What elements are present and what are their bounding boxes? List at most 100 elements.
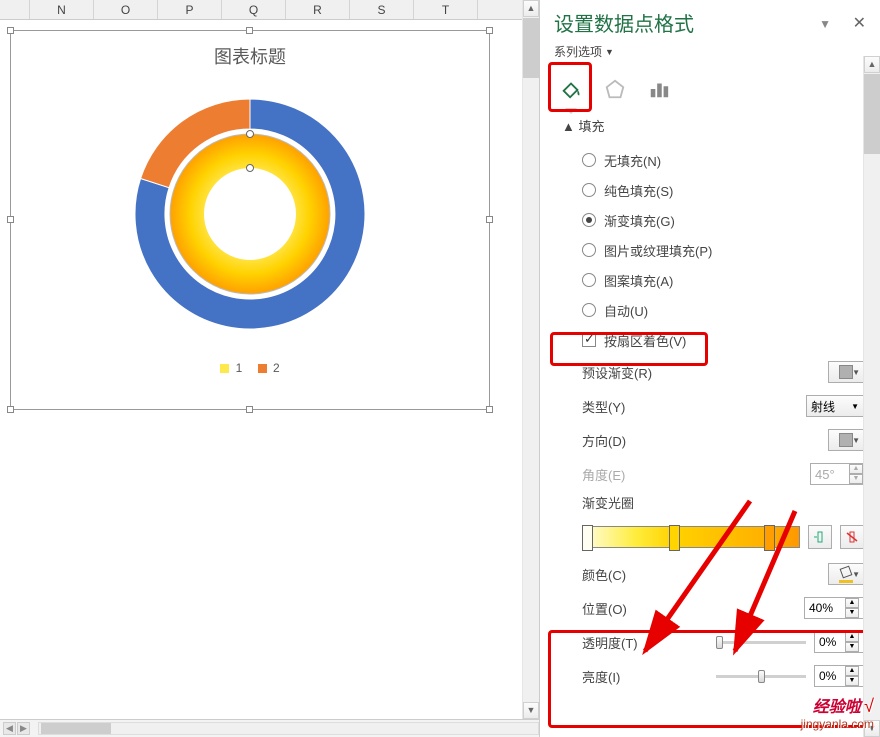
paint-bucket-icon (839, 567, 853, 581)
radio-no-fill[interactable]: 无填充(N) (582, 145, 864, 175)
series-options-label: 系列选项 (554, 43, 602, 60)
series-options-dropdown[interactable]: 系列选项 ▼ (554, 43, 614, 60)
direction-label: 方向(D) (582, 431, 626, 450)
preset-gradient-dropdown[interactable]: ▼ (828, 361, 864, 383)
effects-tab[interactable] (598, 72, 632, 106)
position-input[interactable]: 40% ▲ ▼ (804, 597, 864, 619)
scrollbar-thumb[interactable] (864, 74, 880, 154)
legend-label: 2 (273, 361, 280, 375)
resize-handle[interactable] (486, 216, 493, 223)
gradient-stop-handle[interactable] (669, 525, 680, 551)
radio-label: 纯色填充(S) (604, 181, 673, 200)
resize-handle[interactable] (246, 27, 253, 34)
pentagon-icon (604, 78, 626, 100)
scrollbar-thumb[interactable] (523, 18, 539, 78)
close-icon[interactable]: ✕ (853, 15, 866, 32)
legend-swatch-icon (258, 364, 267, 373)
resize-handle[interactable] (7, 216, 14, 223)
bar-chart-icon (648, 78, 670, 100)
sheet-nav-prev[interactable]: ◀ (3, 722, 16, 735)
radio-icon (582, 273, 596, 287)
watermark-url: jingyanla.com (801, 717, 874, 731)
fill-section-header[interactable]: ▲ 填充 (562, 116, 864, 135)
gradient-stop-handle[interactable] (764, 525, 775, 551)
type-label: 类型(Y) (582, 397, 625, 416)
spin-up-button[interactable]: ▲ (845, 598, 859, 608)
col-header[interactable]: T (414, 0, 478, 19)
donut-chart[interactable] (115, 79, 385, 349)
panel-menu-caret-icon[interactable]: ▼ (819, 17, 831, 31)
caret-down-icon: ▼ (605, 47, 614, 57)
bottom-bar: ◀ ▶ (0, 719, 539, 737)
col-header[interactable]: N (30, 0, 94, 19)
col-header[interactable]: R (286, 0, 350, 19)
watermark: 经验啦 √ jingyanla.com (801, 693, 874, 731)
vertical-scrollbar[interactable]: ▲ ▼ (522, 0, 539, 719)
chart-legend[interactable]: 1 2 (11, 361, 489, 375)
radio-gradient-fill[interactable]: 渐变填充(G) (582, 205, 864, 235)
resize-handle[interactable] (486, 27, 493, 34)
swatch-icon (839, 365, 853, 379)
col-header[interactable]: Q (222, 0, 286, 19)
remove-stop-icon (845, 530, 859, 544)
radio-icon (582, 243, 596, 257)
scroll-up-button[interactable]: ▲ (864, 56, 880, 73)
col-header-blank[interactable] (0, 0, 30, 19)
annotation-box (548, 62, 592, 112)
remove-gradient-stop-button[interactable] (840, 525, 864, 549)
sheet-nav-next[interactable]: ▶ (17, 722, 30, 735)
radio-pattern-fill[interactable]: 图案填充(A) (582, 265, 864, 295)
add-stop-icon (813, 530, 827, 544)
angle-input: 45° ▲ ▼ (810, 463, 864, 485)
format-panel: 设置数据点格式 ▼ ✕ 系列选项 ▼ (540, 0, 880, 737)
caret-down-icon: ▼ (851, 402, 859, 411)
color-label: 颜色(C) (582, 565, 626, 584)
col-header[interactable]: P (158, 0, 222, 19)
horizontal-scrollbar[interactable] (38, 722, 539, 735)
add-gradient-stop-button[interactable] (808, 525, 832, 549)
column-headers: N O P Q R S T (0, 0, 539, 20)
caret-down-icon: ▼ (852, 570, 860, 579)
resize-handle[interactable] (7, 27, 14, 34)
radio-solid-fill[interactable]: 纯色填充(S) (582, 175, 864, 205)
gradient-stop-handle[interactable] (582, 525, 593, 551)
radio-icon (582, 303, 596, 317)
spin-down-button[interactable]: ▼ (845, 608, 859, 618)
checkmark-icon: √ (864, 696, 874, 716)
swatch-icon (839, 433, 853, 447)
col-header[interactable]: O (94, 0, 158, 19)
chart-title[interactable]: 图表标题 (11, 43, 489, 69)
watermark-brand: 经验啦 (813, 699, 861, 716)
scrollbar-thumb[interactable] (41, 723, 111, 734)
radio-label: 渐变填充(G) (604, 211, 675, 230)
gradient-stops-bar[interactable] (582, 526, 800, 548)
gradient-stops-label: 渐变光圈 (562, 491, 864, 517)
radio-icon (582, 213, 596, 227)
resize-handle[interactable] (246, 406, 253, 413)
radio-icon (582, 153, 596, 167)
type-dropdown[interactable]: 射线 ▼ (806, 395, 864, 417)
annotation-box (550, 332, 708, 366)
col-header[interactable]: S (350, 0, 414, 19)
legend-label: 1 (236, 361, 243, 375)
radio-label: 无填充(N) (604, 151, 661, 170)
scroll-down-button[interactable]: ▼ (523, 702, 539, 719)
angle-label: 角度(E) (582, 465, 625, 484)
radio-label: 图案填充(A) (604, 271, 673, 290)
radio-label: 自动(U) (604, 301, 648, 320)
scroll-up-button[interactable]: ▲ (523, 0, 539, 17)
radio-picture-fill[interactable]: 图片或纹理填充(P) (582, 235, 864, 265)
radio-auto-fill[interactable]: 自动(U) (582, 295, 864, 325)
chart-container[interactable]: 图表标题 (10, 30, 490, 410)
resize-handle[interactable] (7, 406, 14, 413)
resize-handle[interactable] (486, 406, 493, 413)
angle-value: 45° (815, 467, 835, 482)
direction-dropdown[interactable]: ▼ (828, 429, 864, 451)
radio-label: 图片或纹理填充(P) (604, 241, 712, 260)
radio-icon (582, 183, 596, 197)
panel-vertical-scrollbar[interactable]: ▲ ▼ (863, 56, 880, 737)
color-picker-button[interactable]: ▼ (828, 563, 864, 585)
fill-section-label: 填充 (579, 119, 605, 134)
type-value: 射线 (811, 398, 835, 415)
series-options-tab[interactable] (642, 72, 676, 106)
